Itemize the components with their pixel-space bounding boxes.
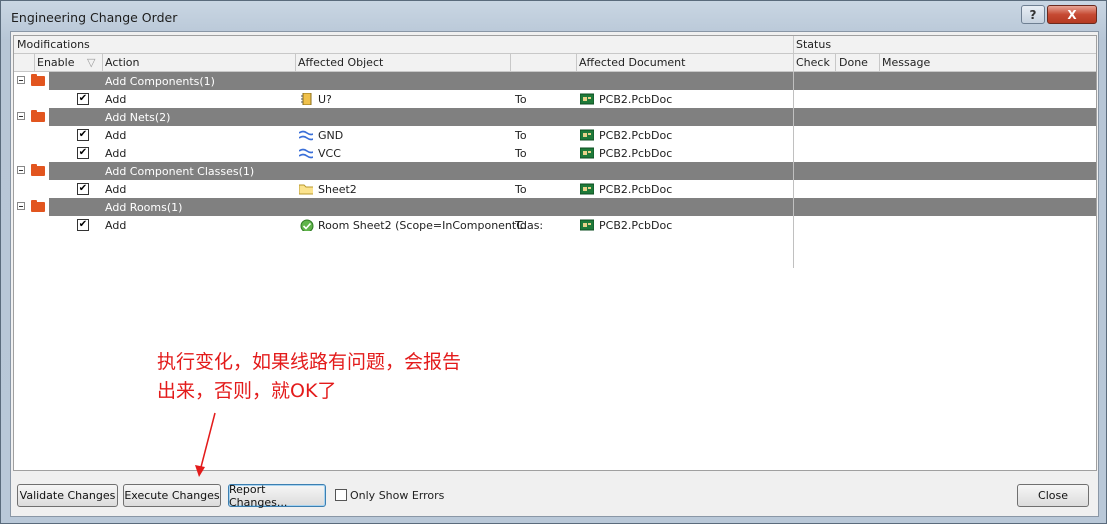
enable-checkbox[interactable]: ✔	[77, 129, 89, 141]
only-show-errors-checkbox[interactable]	[335, 489, 347, 501]
to-cell: To	[515, 183, 527, 196]
filter-icon[interactable]: ▽	[87, 56, 95, 69]
window-title: Engineering Change Order	[11, 10, 178, 25]
only-show-errors-label[interactable]: Only Show Errors	[350, 489, 444, 502]
table-row[interactable]: ✔ Add GND To PCB2.PcbDoc	[14, 126, 1096, 144]
annotation-arrow-icon	[195, 412, 216, 477]
affected-document-cell: PCB2.PcbDoc	[599, 147, 673, 160]
group-label: Add Rooms(1)	[105, 201, 183, 214]
action-cell: Add	[105, 93, 127, 106]
header-separator	[835, 54, 836, 71]
group-row-components[interactable]: Add Components(1)	[14, 72, 1096, 90]
header-separator	[102, 54, 103, 71]
header-separator	[295, 54, 296, 71]
to-cell: To	[515, 219, 527, 232]
affected-document-cell: PCB2.PcbDoc	[599, 93, 673, 106]
to-cell: To	[515, 147, 527, 160]
annotation-line: 出来，否则，就OK了	[157, 380, 337, 402]
close-button[interactable]: Close	[1017, 484, 1089, 507]
folder-icon	[31, 164, 45, 176]
group-label: Add Nets(2)	[105, 111, 171, 124]
header-row-columns: Enable ▽ Action Affected Object Affected…	[14, 54, 1096, 72]
pcb-document-icon	[580, 147, 594, 159]
annotation-note: 执行变化，如果线路有问题，会报告 出来，否则，就OK了	[157, 348, 461, 406]
affected-object-cell: Sheet2	[318, 183, 357, 196]
affected-object-cell: Room Sheet2 (Scope=InComponentClas:	[318, 219, 544, 232]
report-changes-button[interactable]: Report Changes...	[228, 483, 326, 509]
to-cell: To	[515, 129, 527, 142]
header-separator	[793, 54, 794, 71]
header-separator	[34, 54, 35, 71]
change-rows: Add Components(1) ✔ Add U? To PCB2.PcbDo…	[14, 72, 1096, 234]
dialog-client: Modifications Status Enable ▽ Action Aff…	[10, 31, 1099, 517]
header-row-groups: Modifications Status	[14, 36, 1096, 54]
group-band	[49, 198, 1096, 216]
folder-icon	[299, 184, 313, 195]
title-bar[interactable]: Engineering Change Order ? X	[1, 1, 1106, 33]
validate-changes-button[interactable]: Validate Changes	[17, 484, 118, 507]
folder-icon	[31, 110, 45, 122]
affected-document-cell: PCB2.PcbDoc	[599, 129, 673, 142]
table-row[interactable]: ✔ Add Room Sheet2 (Scope=InComponentClas…	[14, 216, 1096, 234]
affected-object-cell: U?	[318, 93, 332, 106]
room-icon	[300, 219, 314, 231]
pcb-document-icon	[580, 129, 594, 141]
affected-document-column-header[interactable]: Affected Document	[579, 56, 685, 69]
group-band	[49, 108, 1096, 126]
affected-object-column-header[interactable]: Affected Object	[298, 56, 383, 69]
affected-object-cell: GND	[318, 129, 344, 142]
action-column-header[interactable]: Action	[105, 56, 139, 69]
collapse-toggle-icon[interactable]	[17, 112, 25, 120]
pcb-document-icon	[580, 219, 594, 231]
status-header: Status	[796, 38, 832, 51]
modifications-header: Modifications	[17, 38, 90, 51]
header-separator	[793, 36, 794, 53]
window-close-button[interactable]: X	[1047, 5, 1097, 24]
group-label: Add Components(1)	[105, 75, 215, 88]
action-cell: Add	[105, 183, 127, 196]
collapse-toggle-icon[interactable]	[17, 76, 25, 84]
group-row-rooms[interactable]: Add Rooms(1)	[14, 198, 1096, 216]
collapse-toggle-icon[interactable]	[17, 202, 25, 210]
affected-document-cell: PCB2.PcbDoc	[599, 219, 673, 232]
affected-object-cell: VCC	[318, 147, 341, 160]
done-column-header[interactable]: Done	[839, 56, 868, 69]
eco-dialog: Engineering Change Order ? X Modificatio…	[0, 0, 1107, 524]
group-label: Add Component Classes(1)	[105, 165, 255, 178]
header-separator	[879, 54, 880, 71]
enable-checkbox[interactable]: ✔	[77, 93, 89, 105]
action-cell: Add	[105, 147, 127, 160]
pcb-document-icon	[580, 183, 594, 195]
net-icon	[299, 148, 313, 159]
header-separator	[576, 54, 577, 71]
enable-column-header[interactable]: Enable	[37, 56, 74, 69]
affected-document-cell: PCB2.PcbDoc	[599, 183, 673, 196]
action-cell: Add	[105, 129, 127, 142]
component-icon	[301, 93, 312, 105]
check-column-header[interactable]: Check	[796, 56, 830, 69]
header-separator	[510, 54, 511, 71]
status-column-divider	[793, 72, 794, 268]
enable-checkbox[interactable]: ✔	[77, 219, 89, 231]
table-row[interactable]: ✔ Add U? To PCB2.PcbDoc	[14, 90, 1096, 108]
help-button[interactable]: ?	[1021, 5, 1045, 24]
folder-icon	[31, 74, 45, 86]
execute-changes-button[interactable]: Execute Changes	[123, 484, 221, 507]
pcb-document-icon	[580, 93, 594, 105]
group-row-component-classes[interactable]: Add Component Classes(1)	[14, 162, 1096, 180]
table-row[interactable]: ✔ Add Sheet2 To PCB2.PcbDoc	[14, 180, 1096, 198]
enable-checkbox[interactable]: ✔	[77, 183, 89, 195]
table-row[interactable]: ✔ Add VCC To PCB2.PcbDoc	[14, 144, 1096, 162]
enable-checkbox[interactable]: ✔	[77, 147, 89, 159]
net-icon	[299, 130, 313, 141]
folder-icon	[31, 200, 45, 212]
to-cell: To	[515, 93, 527, 106]
collapse-toggle-icon[interactable]	[17, 166, 25, 174]
action-cell: Add	[105, 219, 127, 232]
group-row-nets[interactable]: Add Nets(2)	[14, 108, 1096, 126]
message-column-header[interactable]: Message	[882, 56, 930, 69]
annotation-line: 执行变化，如果线路有问题，会报告	[157, 351, 462, 373]
